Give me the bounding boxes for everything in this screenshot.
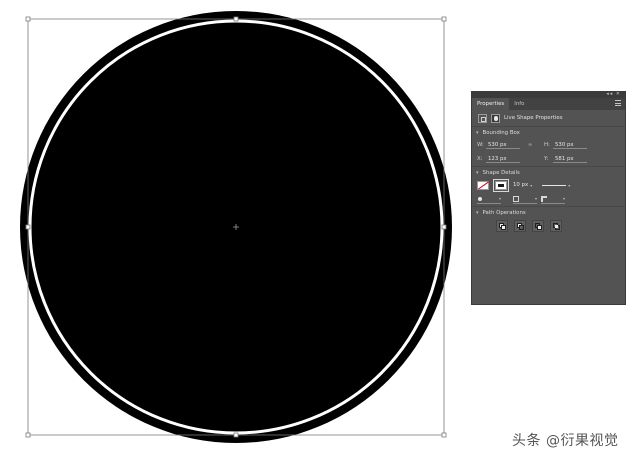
stroke-width-dropdown[interactable]: 10 px ▾ bbox=[513, 182, 532, 188]
x-field[interactable]: 123 px bbox=[486, 155, 520, 163]
path-operations-section-header[interactable]: ▾ Path Operations bbox=[472, 206, 625, 218]
bounding-box-section-header[interactable]: ▾ Bounding Box bbox=[472, 126, 625, 138]
width-label: W: bbox=[477, 142, 484, 148]
handle-bottom-center[interactable] bbox=[233, 432, 239, 438]
unite-icon[interactable] bbox=[496, 220, 508, 232]
shape-details-section-header[interactable]: ▾ Shape Details bbox=[472, 166, 625, 178]
link-icon[interactable]: ∞ bbox=[528, 142, 538, 148]
stroke-swatch[interactable] bbox=[495, 180, 507, 190]
shape-mask-icon[interactable] bbox=[491, 113, 500, 123]
stroke-align-icon bbox=[477, 196, 483, 202]
fill-swatch[interactable] bbox=[477, 180, 489, 190]
height-label: H: bbox=[544, 142, 550, 148]
panel-tabs: Properties Info bbox=[472, 98, 625, 110]
handle-middle-right[interactable] bbox=[441, 224, 447, 230]
y-field[interactable]: 581 px bbox=[553, 155, 587, 163]
stroke-align-dropdown[interactable]: ▾ bbox=[477, 195, 501, 204]
y-label: Y: bbox=[544, 156, 549, 162]
properties-panel: ◂◂ ✕ Properties Info Live Shape Properti… bbox=[471, 91, 626, 305]
collapse-icon[interactable]: ◂◂ ✕ bbox=[606, 91, 621, 97]
corner-type-icon bbox=[541, 195, 547, 202]
shape-details-title: Shape Details bbox=[482, 169, 520, 176]
panel-menu-icon[interactable] bbox=[615, 100, 621, 106]
chevron-down-icon: ▾ bbox=[530, 182, 533, 188]
bounding-box-title: Bounding Box bbox=[482, 129, 520, 136]
stroke-options-row: ▾ ▾ ▾ bbox=[472, 192, 625, 206]
handle-bottom-left[interactable] bbox=[25, 432, 31, 438]
chevron-down-icon: ▾ bbox=[476, 169, 479, 176]
chevron-down-icon: ▾ bbox=[498, 196, 501, 201]
height-field[interactable]: 530 px bbox=[553, 141, 587, 149]
corner-type-dropdown[interactable]: ▾ bbox=[541, 195, 565, 204]
cap-type-icon bbox=[513, 195, 519, 202]
exclude-icon[interactable] bbox=[550, 220, 562, 232]
path-operations-buttons bbox=[472, 218, 625, 234]
live-shape-title: Live Shape Properties bbox=[504, 115, 563, 121]
intersect-icon[interactable] bbox=[532, 220, 544, 232]
stroke-swatch-wrapper[interactable] bbox=[493, 178, 509, 192]
handle-bottom-right[interactable] bbox=[441, 432, 447, 438]
transform-icon[interactable] bbox=[478, 113, 487, 123]
stroke-width-value: 10 px bbox=[513, 182, 529, 188]
handle-top-left[interactable] bbox=[25, 16, 31, 22]
handle-top-right[interactable] bbox=[441, 16, 447, 22]
chevron-down-icon: ▾ bbox=[562, 196, 565, 201]
tab-properties[interactable]: Properties bbox=[472, 98, 510, 110]
fill-stroke-row: 10 px ▾ ▾ bbox=[472, 178, 625, 192]
chevron-down-icon: ▾ bbox=[534, 196, 537, 201]
handle-top-center[interactable] bbox=[233, 16, 239, 22]
width-field[interactable]: 530 px bbox=[486, 141, 520, 149]
handle-middle-left[interactable] bbox=[25, 224, 31, 230]
subtract-icon[interactable] bbox=[514, 220, 526, 232]
chevron-down-icon: ▾ bbox=[476, 209, 479, 216]
x-label: X: bbox=[477, 156, 483, 162]
tab-info[interactable]: Info bbox=[509, 98, 529, 110]
chevron-down-icon: ▾ bbox=[476, 129, 479, 136]
wh-row: W: 530 px ∞ H: 530 px bbox=[472, 138, 625, 152]
chevron-down-icon: ▾ bbox=[568, 182, 571, 188]
live-shape-header: Live Shape Properties bbox=[472, 110, 625, 126]
stroke-type-dropdown[interactable]: ▾ bbox=[542, 183, 570, 188]
path-operations-title: Path Operations bbox=[482, 209, 526, 216]
xy-row: X: 123 px ∞ Y: 581 px bbox=[472, 152, 625, 166]
stroke-line-preview bbox=[542, 184, 567, 186]
watermark: 头条 @衍果视觉 bbox=[512, 433, 619, 449]
cap-type-dropdown[interactable]: ▾ bbox=[513, 195, 537, 204]
